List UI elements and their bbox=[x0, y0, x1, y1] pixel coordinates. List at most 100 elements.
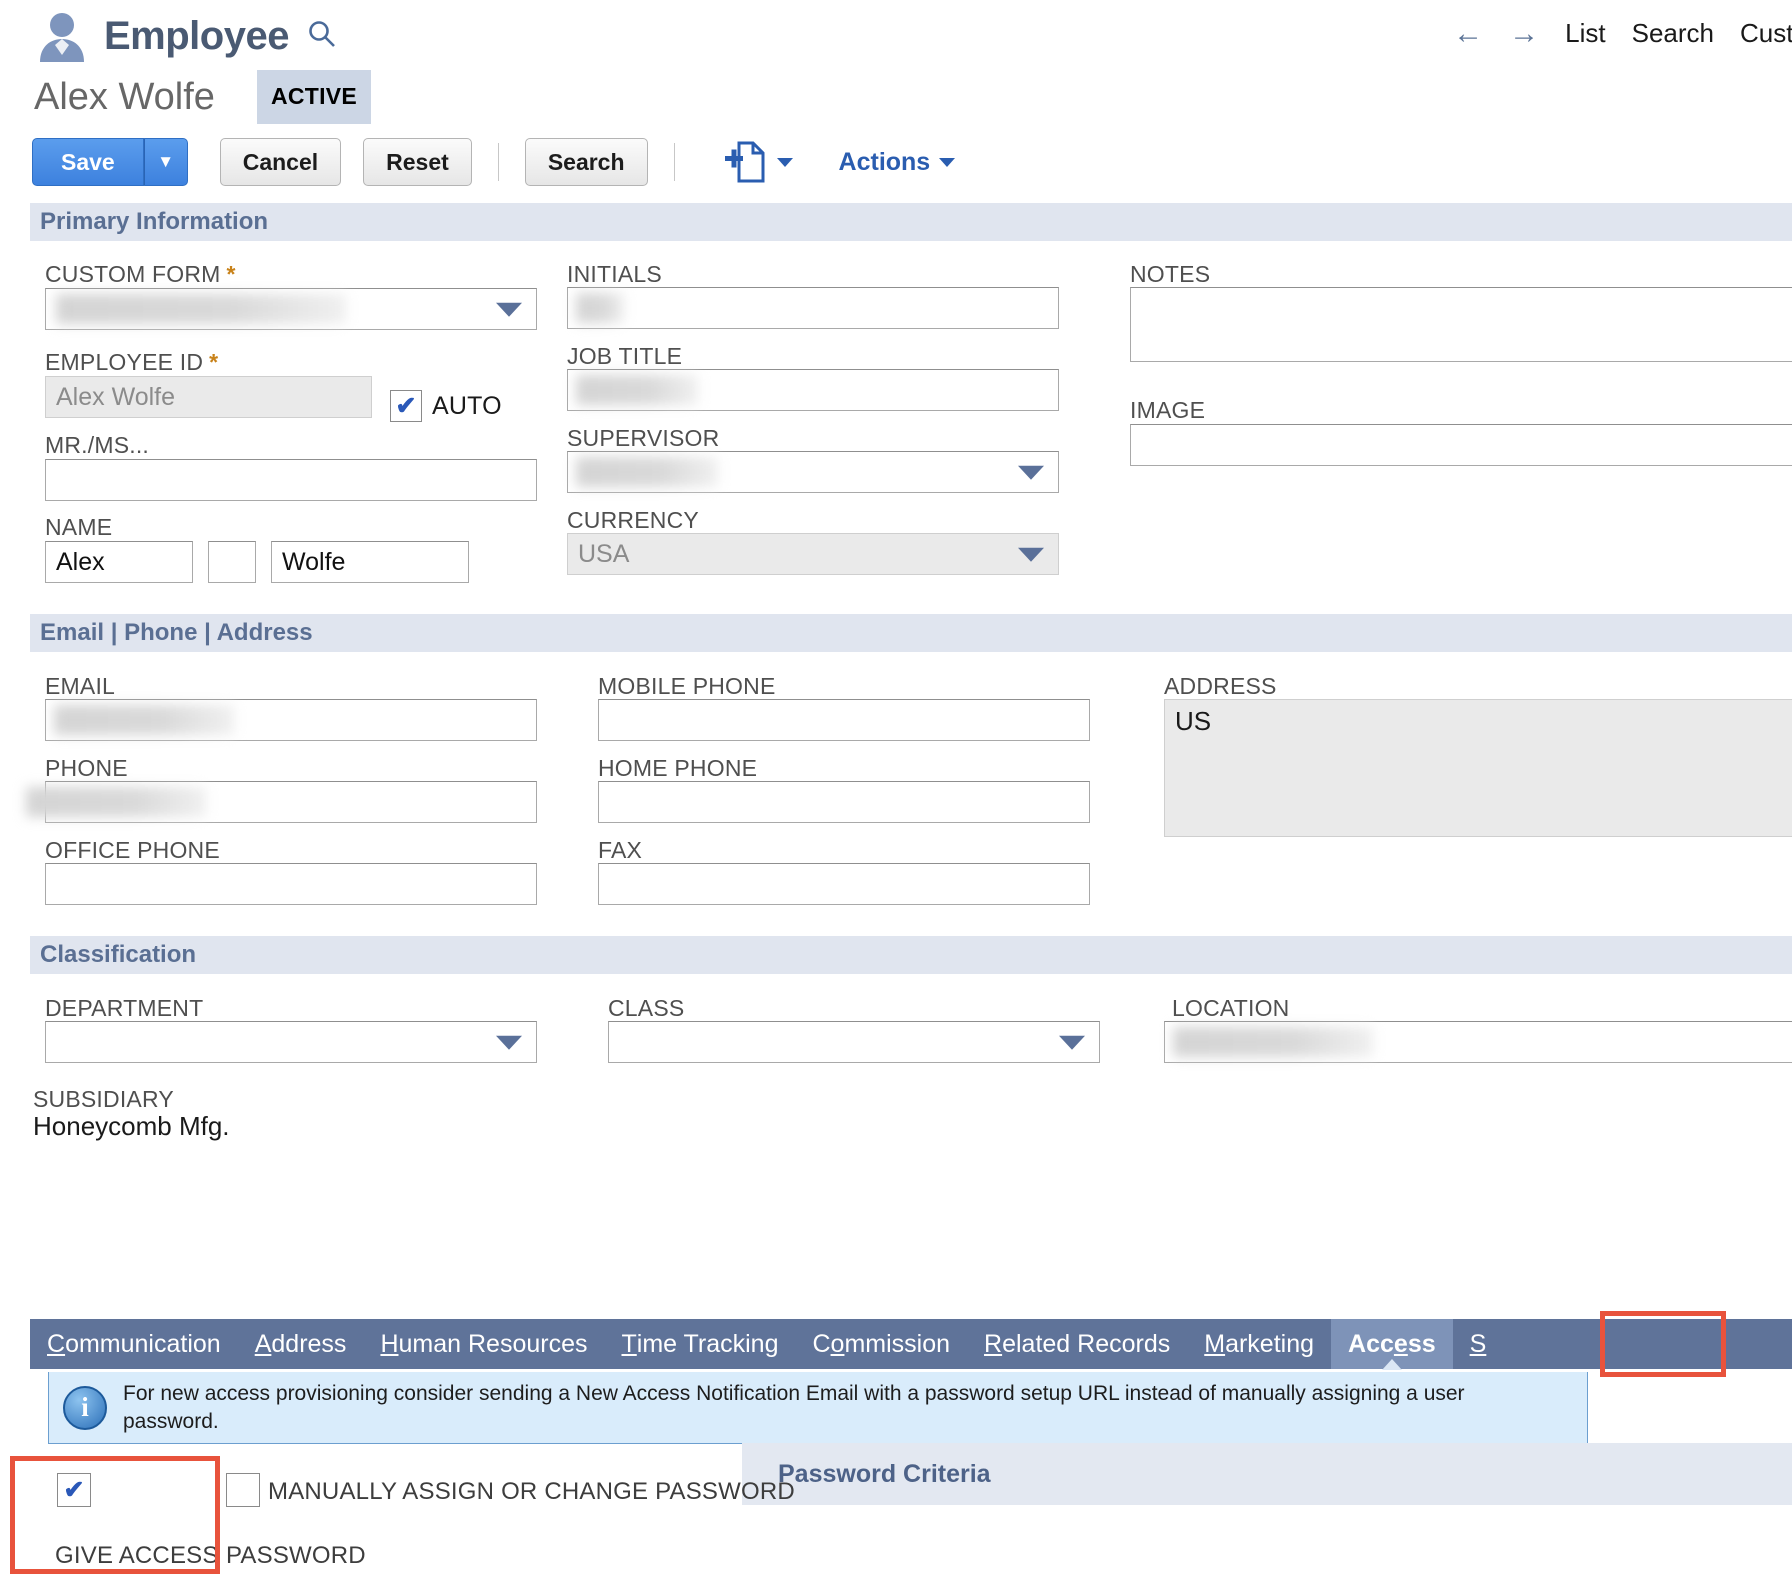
new-document-chevron-down-icon[interactable] bbox=[776, 157, 793, 167]
employee-id-input: Alex Wolfe bbox=[45, 376, 372, 418]
label-currency: CURRENCY bbox=[567, 507, 699, 533]
email-input[interactable] bbox=[45, 699, 537, 741]
label-home-phone: HOME PHONE bbox=[598, 755, 758, 781]
tab-human-resources[interactable]: Human Resources bbox=[363, 1319, 604, 1369]
password-criteria-title: Password Criteria bbox=[778, 1459, 991, 1488]
auto-checkbox-label: AUTO bbox=[432, 392, 502, 420]
employee-name: Alex Wolfe bbox=[34, 75, 215, 118]
record-tab-bar: Communication Address Human Resources Ti… bbox=[30, 1319, 1792, 1369]
status-badge: ACTIVE bbox=[256, 70, 372, 124]
arrow-right-icon[interactable]: → bbox=[1509, 18, 1539, 49]
arrow-left-icon[interactable]: ← bbox=[1453, 18, 1483, 49]
header-nav: ← → List Search Cust bbox=[1453, 18, 1792, 49]
new-document-icon[interactable] bbox=[723, 140, 793, 184]
home-phone-input[interactable] bbox=[598, 781, 1090, 823]
label-class: CLASS bbox=[608, 995, 685, 1021]
class-select[interactable] bbox=[608, 1021, 1100, 1063]
password-criteria-panel: Password Criteria bbox=[742, 1443, 1792, 1505]
nav-link-customize[interactable]: Cust bbox=[1740, 18, 1792, 49]
search-icon[interactable] bbox=[307, 19, 337, 54]
section-title-classification: Classification bbox=[40, 941, 197, 968]
first-name-input[interactable]: Alex bbox=[45, 541, 193, 583]
label-location: LOCATION bbox=[1172, 995, 1290, 1021]
job-title-input[interactable] bbox=[567, 369, 1059, 411]
middle-name-input[interactable] bbox=[208, 541, 256, 583]
label-custom-form: CUSTOM FORM * bbox=[45, 261, 236, 288]
save-dropdown-chevron-down-icon[interactable]: ▼ bbox=[143, 138, 188, 186]
info-icon: i bbox=[63, 1385, 107, 1430]
label-phone: PHONE bbox=[45, 755, 128, 781]
employee-record-page: Employee ← → List Search Cust Alex Wolfe… bbox=[0, 0, 1792, 1574]
section-title-primary: Primary Information bbox=[40, 208, 269, 235]
location-input[interactable] bbox=[1164, 1021, 1792, 1063]
toolbar: Save ▼ Cancel Reset Search Actions bbox=[32, 138, 956, 186]
label-job-title: JOB TITLE bbox=[567, 343, 683, 369]
manually-assign-password-checkbox[interactable] bbox=[226, 1473, 260, 1507]
address-textarea: US bbox=[1164, 699, 1792, 837]
label-initials: INITIALS bbox=[567, 261, 662, 287]
label-employee-id-text: EMPLOYEE ID bbox=[45, 349, 204, 375]
tab-address[interactable]: Address bbox=[238, 1319, 364, 1369]
label-subsidiary: SUBSIDIARY bbox=[33, 1086, 174, 1112]
currency-select: USA bbox=[567, 533, 1059, 575]
supervisor-select[interactable] bbox=[567, 451, 1059, 493]
subsidiary-value: Honeycomb Mfg. bbox=[33, 1111, 230, 1141]
give-access-checkbox[interactable] bbox=[57, 1473, 91, 1507]
tab-communication[interactable]: Communication bbox=[30, 1319, 238, 1369]
department-select[interactable] bbox=[45, 1021, 537, 1063]
search-button[interactable]: Search bbox=[524, 138, 648, 186]
cancel-button[interactable]: Cancel bbox=[219, 138, 342, 186]
location-redacted-value bbox=[1173, 1027, 1373, 1057]
job-title-redacted-value bbox=[576, 375, 698, 405]
section-header-contact: Email | Phone | Address bbox=[30, 614, 1792, 652]
initials-redacted-value bbox=[576, 293, 624, 323]
label-address: ADDRESS bbox=[1164, 673, 1277, 699]
reset-button[interactable]: Reset bbox=[363, 138, 472, 186]
tab-commission[interactable]: Co mmission bbox=[795, 1319, 967, 1369]
custom-form-select[interactable] bbox=[45, 288, 537, 330]
auto-checkbox[interactable] bbox=[390, 390, 422, 422]
nav-link-list[interactable]: List bbox=[1565, 18, 1605, 49]
give-access-label: GIVE ACCESS bbox=[55, 1542, 219, 1569]
label-notes: NOTES bbox=[1130, 261, 1211, 287]
phone-input[interactable] bbox=[26, 781, 537, 823]
label-salutation: MR./MS... bbox=[45, 432, 150, 458]
image-input[interactable] bbox=[1130, 424, 1792, 466]
tab-related-records[interactable]: Related Records bbox=[967, 1319, 1187, 1369]
page-header: Employee ← → List Search Cust Alex Wolfe… bbox=[0, 0, 1792, 200]
mobile-phone-input[interactable] bbox=[598, 699, 1090, 741]
section-header-classification: Classification bbox=[30, 936, 1792, 974]
label-custom-form-text: CUSTOM FORM bbox=[45, 261, 221, 287]
actions-menu[interactable]: Actions bbox=[839, 148, 956, 177]
label-mobile-phone: MOBILE PHONE bbox=[598, 673, 776, 699]
label-password: PASSWORD bbox=[226, 1542, 366, 1569]
employee-person-icon bbox=[34, 8, 90, 64]
tab-next-clipped[interactable]: S bbox=[1453, 1319, 1504, 1369]
page-title: Employee bbox=[104, 13, 289, 58]
label-supervisor: SUPERVISOR bbox=[567, 425, 720, 451]
supervisor-redacted-value bbox=[576, 457, 718, 487]
section-header-primary-information: Primary Information bbox=[30, 203, 1792, 241]
section-title-contact: Email | Phone | Address bbox=[40, 619, 313, 646]
nav-link-search[interactable]: Search bbox=[1632, 18, 1714, 49]
actions-chevron-down-icon bbox=[939, 157, 956, 167]
salutation-input[interactable] bbox=[45, 459, 537, 501]
label-fax: FAX bbox=[598, 837, 643, 863]
notes-textarea[interactable] bbox=[1130, 287, 1792, 362]
initials-input[interactable] bbox=[567, 287, 1059, 329]
access-info-text: For new access provisioning consider sen… bbox=[123, 1381, 1465, 1433]
manually-assign-password-label: MANUALLY ASSIGN OR CHANGE PASSWORD bbox=[268, 1478, 795, 1505]
label-name: NAME bbox=[45, 514, 113, 540]
office-phone-input[interactable] bbox=[45, 863, 537, 905]
last-name-input[interactable]: Wolfe bbox=[271, 541, 469, 583]
label-employee-id: EMPLOYEE ID * bbox=[45, 349, 218, 376]
actions-label: Actions bbox=[838, 147, 931, 176]
tab-access[interactable]: Acc e ss bbox=[1331, 1319, 1453, 1369]
save-button[interactable]: Save bbox=[32, 138, 144, 186]
tab-marketing[interactable]: Marketing bbox=[1187, 1319, 1331, 1369]
tab-time-tracking[interactable]: Time Tracking bbox=[604, 1319, 795, 1369]
fax-input[interactable] bbox=[598, 863, 1090, 905]
label-image: IMAGE bbox=[1130, 397, 1206, 423]
record-type-row: Employee bbox=[34, 8, 337, 64]
required-marker: * bbox=[226, 261, 236, 287]
